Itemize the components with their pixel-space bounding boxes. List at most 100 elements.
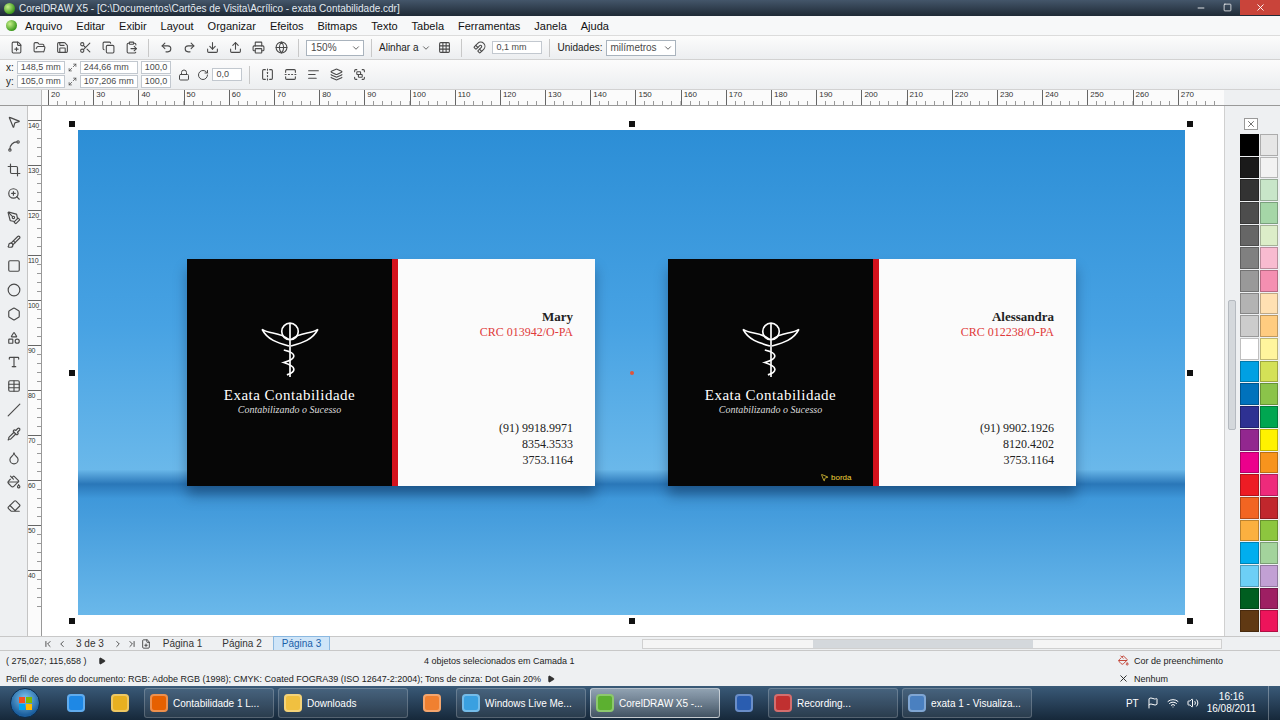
- tool-button[interactable]: [4, 112, 24, 132]
- tool-button[interactable]: [4, 400, 24, 420]
- volume-icon[interactable]: [1187, 697, 1199, 709]
- document-menu-icon[interactable]: [6, 20, 17, 31]
- snap-dropdown[interactable]: Alinhar a: [379, 42, 418, 53]
- color-swatch[interactable]: [1240, 157, 1259, 179]
- scale-x-field[interactable]: 100,0: [141, 61, 172, 74]
- color-swatch[interactable]: [1240, 383, 1259, 405]
- menu-item[interactable]: Tabela: [406, 20, 450, 32]
- business-card[interactable]: Exata ContabilidadeContabilizando o Suce…: [668, 259, 1076, 486]
- color-swatch[interactable]: [1260, 270, 1279, 292]
- last-page-button[interactable]: [126, 639, 138, 649]
- selection-handle[interactable]: [1187, 370, 1193, 376]
- color-swatch[interactable]: [1240, 315, 1259, 337]
- scroll-thumb[interactable]: [1228, 300, 1236, 430]
- color-swatch[interactable]: [1260, 361, 1279, 383]
- color-swatch[interactable]: [1260, 497, 1279, 519]
- maximize-button[interactable]: [1214, 0, 1240, 15]
- menu-item[interactable]: Ferramentas: [452, 20, 526, 32]
- clock[interactable]: 16:1616/08/2011: [1207, 691, 1256, 715]
- color-swatch[interactable]: [1260, 247, 1279, 269]
- menu-item[interactable]: Janela: [528, 20, 572, 32]
- no-color-swatch[interactable]: [1244, 118, 1258, 130]
- tool-button[interactable]: [4, 208, 24, 228]
- color-swatch[interactable]: [1240, 520, 1259, 542]
- x-field[interactable]: 148,5 mm: [17, 61, 65, 74]
- menu-item[interactable]: Editar: [70, 20, 111, 32]
- color-swatch[interactable]: [1240, 270, 1259, 292]
- color-swatch[interactable]: [1260, 429, 1279, 451]
- page[interactable]: Exata ContabilidadeContabilizando o Suce…: [78, 130, 1185, 615]
- taskbar-pinned-app[interactable]: [100, 688, 140, 718]
- tool-button[interactable]: [4, 472, 24, 492]
- color-swatch[interactable]: [1240, 225, 1259, 247]
- color-swatch[interactable]: [1240, 179, 1259, 201]
- menu-item[interactable]: Texto: [365, 20, 403, 32]
- color-swatch[interactable]: [1260, 565, 1279, 587]
- color-swatch[interactable]: [1260, 202, 1279, 224]
- horizontal-scrollbar[interactable]: [642, 639, 1222, 649]
- color-swatch[interactable]: [1260, 452, 1279, 474]
- color-swatch[interactable]: [1240, 202, 1259, 224]
- color-swatch[interactable]: [1240, 542, 1259, 564]
- vertical-scrollbar[interactable]: [1224, 106, 1238, 636]
- tool-button[interactable]: [4, 328, 24, 348]
- taskbar-pinned-app[interactable]: [56, 688, 96, 718]
- property-button[interactable]: [303, 65, 323, 85]
- action-center-icon[interactable]: [1147, 697, 1159, 709]
- property-button[interactable]: [326, 65, 346, 85]
- taskbar-button[interactable]: Windows Live Me...: [456, 688, 586, 718]
- ruler-corner[interactable]: [0, 90, 42, 106]
- color-swatch[interactable]: [1260, 474, 1279, 496]
- color-swatch[interactable]: [1260, 542, 1279, 564]
- rotation-field[interactable]: 0,0: [212, 68, 242, 81]
- color-swatch[interactable]: [1240, 293, 1259, 315]
- toolbar-button[interactable]: [225, 38, 245, 58]
- menu-item[interactable]: Layout: [155, 20, 200, 32]
- toolbar-button[interactable]: [6, 38, 26, 58]
- toolbar-button[interactable]: [271, 38, 291, 58]
- expand-arrow-icon[interactable]: [547, 675, 555, 683]
- selection-handle[interactable]: [1187, 121, 1193, 127]
- tool-button[interactable]: [4, 376, 24, 396]
- scale-y-field[interactable]: 100,0: [141, 75, 172, 88]
- close-button[interactable]: [1240, 0, 1280, 15]
- menu-item[interactable]: Exibir: [113, 20, 153, 32]
- first-page-button[interactable]: [42, 639, 54, 649]
- business-card[interactable]: Exata ContabilidadeContabilizando o Suce…: [187, 259, 595, 486]
- color-swatch[interactable]: [1240, 134, 1259, 156]
- color-swatch[interactable]: [1240, 406, 1259, 428]
- selection-handle[interactable]: [629, 121, 635, 127]
- color-swatch[interactable]: [1260, 588, 1279, 610]
- tool-button[interactable]: [4, 496, 24, 516]
- tool-button[interactable]: [4, 256, 24, 276]
- tool-button[interactable]: [4, 280, 24, 300]
- color-swatch[interactable]: [1240, 247, 1259, 269]
- zoom-dropdown[interactable]: 150%: [306, 40, 364, 56]
- toolbar-button[interactable]: [75, 38, 95, 58]
- units-dropdown[interactable]: milímetros: [606, 40, 676, 56]
- color-swatch[interactable]: [1260, 315, 1279, 337]
- taskbar-button[interactable]: Downloads: [278, 688, 408, 718]
- taskbar-pinned-app[interactable]: [412, 688, 452, 718]
- y-field[interactable]: 105,0 mm: [17, 75, 65, 88]
- tool-button[interactable]: [4, 136, 24, 156]
- color-swatch[interactable]: [1240, 474, 1259, 496]
- toolbar-button[interactable]: [179, 38, 199, 58]
- color-swatch[interactable]: [1240, 452, 1259, 474]
- color-swatch[interactable]: [1240, 565, 1259, 587]
- toolbar-button[interactable]: [98, 38, 118, 58]
- page-tab[interactable]: Página 1: [154, 636, 211, 651]
- color-swatch[interactable]: [1260, 293, 1279, 315]
- page-tab[interactable]: Página 2: [213, 636, 270, 651]
- color-swatch[interactable]: [1240, 497, 1259, 519]
- color-swatch[interactable]: [1240, 588, 1259, 610]
- horizontal-ruler[interactable]: 2030405060708090100110120130140150160170…: [42, 90, 1224, 106]
- height-field[interactable]: 107,206 mm: [80, 75, 138, 88]
- property-button[interactable]: [280, 65, 300, 85]
- selection-handle[interactable]: [69, 121, 75, 127]
- color-swatch[interactable]: [1260, 610, 1279, 632]
- toolbar-button[interactable]: [156, 38, 176, 58]
- color-swatch[interactable]: [1240, 338, 1259, 360]
- toolbar-button[interactable]: [248, 38, 268, 58]
- tool-button[interactable]: [4, 184, 24, 204]
